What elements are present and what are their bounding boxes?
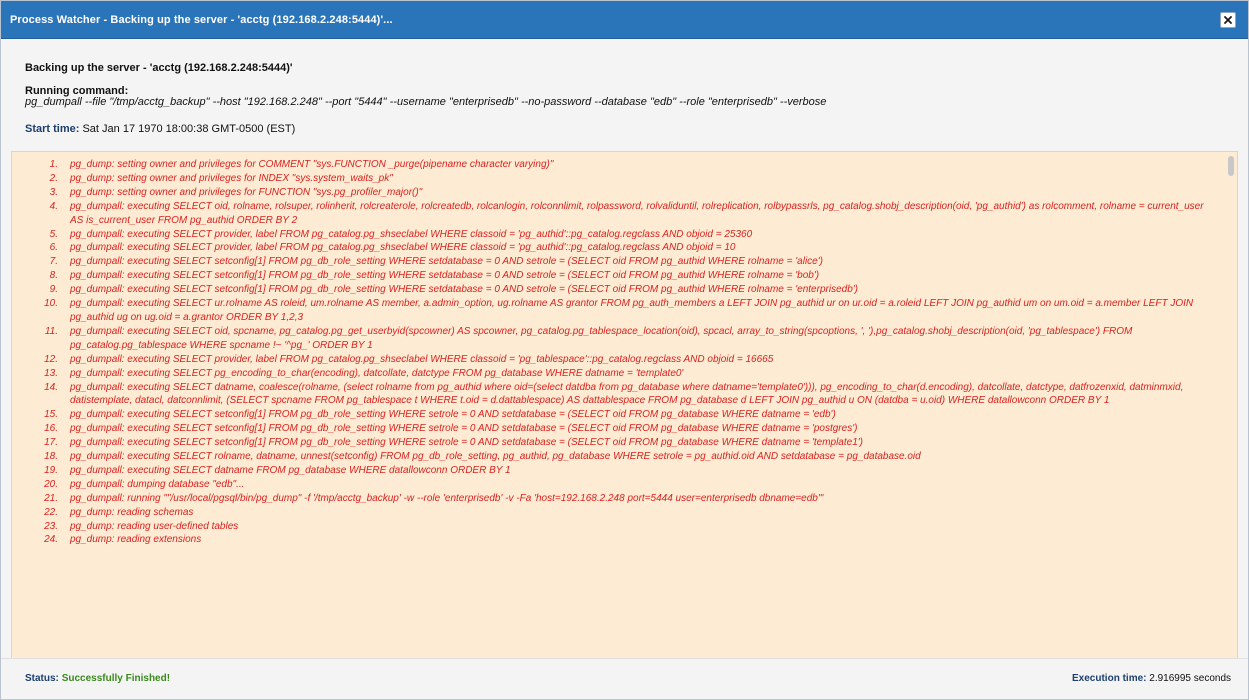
log-line: 23. pg_dump: reading user-defined tables <box>12 520 1207 534</box>
log-line: 11. pg_dumpall: executing SELECT oid, spc… <box>12 325 1207 353</box>
log-line: 9. pg_dumpall: executing SELECT setconfig… <box>12 283 1207 297</box>
log-line-text: pg_dumpall: executing SELECT setconfig[1… <box>70 437 864 449</box>
log-line-number: 23. <box>44 520 58 532</box>
log-line-number: 5. <box>49 228 58 240</box>
close-icon <box>1224 16 1232 24</box>
log-line: 14. pg_dumpall: executing SELECT datname,… <box>12 381 1207 409</box>
status: Status: Successfully Finished! <box>25 673 170 684</box>
log-line-text: pg_dumpall: executing SELECT oid, spcnam… <box>70 325 1133 351</box>
log-line: 19. pg_dumpall: executing SELECT datname … <box>12 464 1207 478</box>
log-line: 4. pg_dumpall: executing SELECT oid, roln… <box>12 200 1207 228</box>
log-line-number: 7. <box>49 256 58 268</box>
dialog-title: Process Watcher - Backing up the server … <box>10 13 393 26</box>
log-line-text: pg_dumpall: running ""/usr/local/pgsql/b… <box>70 492 824 504</box>
log-line-number: 15. <box>44 409 58 421</box>
log-line-text: pg_dumpall: executing SELECT datname FRO… <box>70 464 511 476</box>
log-line-number: 21. <box>44 492 58 504</box>
log-line-text: pg_dump: setting owner and privileges fo… <box>70 172 393 184</box>
log-line: 16. pg_dumpall: executing SELECT setconfi… <box>12 422 1207 436</box>
log-line-text: pg_dumpall: executing SELECT datname, co… <box>70 381 1184 407</box>
log-line-number: 13. <box>44 367 58 379</box>
start-time: Start time: Sat Jan 17 1970 18:00:38 GMT… <box>25 123 295 135</box>
log-line: 15. pg_dumpall: executing SELECT setconfi… <box>12 408 1207 422</box>
log-line-number: 20. <box>44 478 58 490</box>
log-line-number: 18. <box>44 451 58 463</box>
process-watcher-dialog: Process Watcher - Backing up the server … <box>0 0 1249 700</box>
log-line-text: pg_dumpall: executing SELECT setconfig[1… <box>70 284 858 296</box>
log-line-text: pg_dumpall: executing SELECT oid, rolnam… <box>70 200 1204 226</box>
log-line-text: pg_dump: reading schemas <box>70 506 194 518</box>
log-line-text: pg_dumpall: executing SELECT pg_encoding… <box>70 367 684 379</box>
log-line-number: 1. <box>49 159 58 170</box>
log-line-number: 4. <box>49 200 58 212</box>
execution-time-value: 2.916995 seconds <box>1149 673 1231 684</box>
start-time-label: Start time: <box>25 123 80 135</box>
log-line: 5. pg_dumpall: executing SELECT provider,… <box>12 228 1207 242</box>
log-line-text: pg_dumpall: executing SELECT provider, l… <box>70 228 753 240</box>
log-line: 6. pg_dumpall: executing SELECT provider,… <box>12 241 1207 255</box>
dialog-body: Backing up the server - 'acctg (192.168.… <box>1 39 1248 699</box>
log-line: 8. pg_dumpall: executing SELECT setconfig… <box>12 269 1207 283</box>
close-button[interactable] <box>1220 12 1236 28</box>
log-line-number: 9. <box>49 284 58 296</box>
log-line-number: 6. <box>49 242 58 254</box>
log-line-text: pg_dump: setting owner and privileges fo… <box>70 159 554 170</box>
log-output-panel[interactable]: 1. pg_dump: setting owner and privileges … <box>11 151 1238 660</box>
start-time-value: Sat Jan 17 1970 18:00:38 GMT-0500 (EST) <box>82 123 296 135</box>
log-line: 1. pg_dump: setting owner and privileges … <box>12 158 1207 172</box>
log-line: 17. pg_dumpall: executing SELECT setconfi… <box>12 436 1207 450</box>
log-line-text: pg_dump: reading extensions <box>70 534 202 546</box>
log-line-number: 3. <box>49 186 58 198</box>
log-line-text: pg_dump: setting owner and privileges fo… <box>70 186 423 198</box>
log-line-number: 10. <box>44 298 58 310</box>
log-line-text: pg_dumpall: executing SELECT rolname, da… <box>70 451 921 463</box>
log-line-number: 14. <box>44 381 58 393</box>
log-line-number: 17. <box>44 437 58 449</box>
log-line: 13. pg_dumpall: executing SELECT pg_encod… <box>12 367 1207 381</box>
log-line-number: 19. <box>44 464 58 476</box>
execution-time-label: Execution time: <box>1072 673 1147 684</box>
log-line-text: pg_dumpall: executing SELECT setconfig[1… <box>70 270 820 282</box>
log-line: 20. pg_dumpall: dumping database "edb"... <box>12 478 1207 492</box>
log-line-number: 22. <box>44 506 58 518</box>
log-line-number: 24. <box>44 534 58 546</box>
dialog-titlebar[interactable]: Process Watcher - Backing up the server … <box>1 1 1248 39</box>
log-line-text: pg_dumpall: executing SELECT setconfig[1… <box>70 423 858 435</box>
log-line-text: pg_dumpall: executing SELECT setconfig[1… <box>70 409 836 421</box>
log-line-number: 2. <box>49 172 58 184</box>
log-line-number: 16. <box>44 423 58 435</box>
process-heading: Backing up the server - 'acctg (192.168.… <box>25 62 293 74</box>
status-label: Status: <box>25 673 59 684</box>
log-line: 21. pg_dumpall: running ""/usr/local/pgsq… <box>12 492 1207 506</box>
log-scrollbar[interactable] <box>1228 156 1234 176</box>
log-list: 1. pg_dump: setting owner and privileges … <box>12 152 1237 547</box>
running-command-text: pg_dumpall --file "/tmp/acctg_backup" --… <box>25 96 827 108</box>
log-line: 24. pg_dump: reading extensions <box>12 533 1207 547</box>
log-line: 22. pg_dump: reading schemas <box>12 506 1207 520</box>
log-line: 10. pg_dumpall: executing SELECT ur.rolna… <box>12 297 1207 325</box>
log-line-text: pg_dumpall: executing SELECT ur.rolname … <box>70 298 1194 323</box>
log-line-number: 8. <box>49 270 58 282</box>
log-line: 12. pg_dumpall: executing SELECT provider… <box>12 353 1207 367</box>
log-line: 3. pg_dump: setting owner and privileges … <box>12 186 1207 200</box>
log-line-text: pg_dumpall: dumping database "edb"... <box>70 478 245 490</box>
log-line-text: pg_dumpall: executing SELECT provider, l… <box>70 353 774 365</box>
log-line: 7. pg_dumpall: executing SELECT setconfig… <box>12 255 1207 269</box>
log-line-number: 11. <box>44 325 58 337</box>
status-footer: Status: Successfully Finished! Execution… <box>1 658 1248 699</box>
execution-time: Execution time: 2.916995 seconds <box>1072 673 1231 684</box>
log-line-text: pg_dumpall: executing SELECT provider, l… <box>70 242 736 254</box>
status-value: Successfully Finished! <box>61 673 171 684</box>
log-line: 18. pg_dumpall: executing SELECT rolname,… <box>12 450 1207 464</box>
log-line-number: 12. <box>44 353 58 365</box>
log-line-text: pg_dumpall: executing SELECT setconfig[1… <box>70 256 823 268</box>
log-line: 2. pg_dump: setting owner and privileges … <box>12 172 1207 186</box>
log-line-text: pg_dump: reading user-defined tables <box>70 520 239 532</box>
